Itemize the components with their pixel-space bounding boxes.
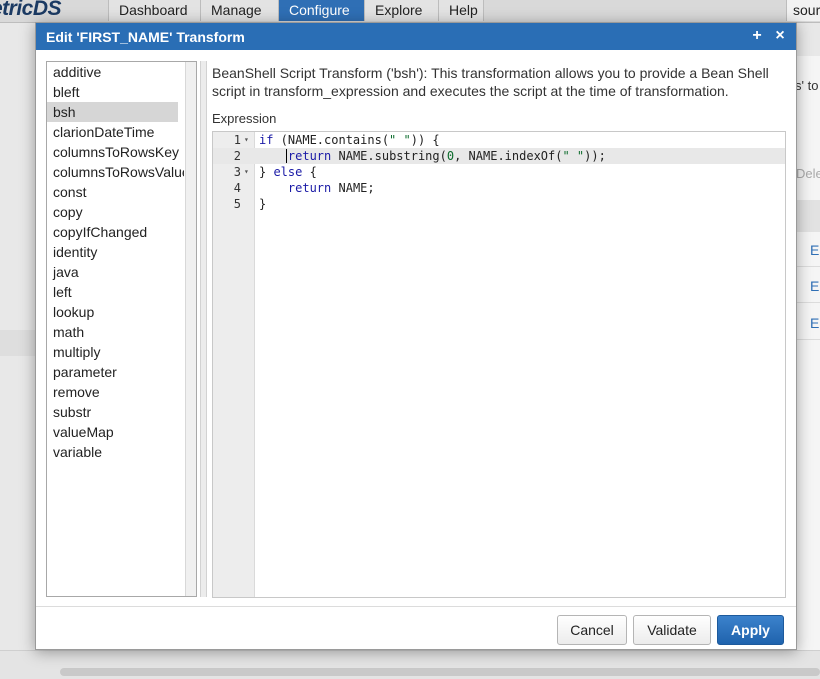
dialog-header: Edit 'FIRST_NAME' Transform + × [36, 23, 796, 50]
transform-type-item[interactable]: columnsToRowsKey [47, 142, 184, 162]
transform-type-item[interactable]: copy [47, 202, 184, 222]
background-delete-button[interactable]: Delet [796, 166, 820, 181]
transform-type-item[interactable]: bsh [47, 102, 178, 122]
close-icon[interactable]: × [771, 26, 789, 46]
transform-type-item[interactable]: variable [47, 442, 184, 462]
code-text: if (NAME.contains(" ")) { [259, 133, 440, 147]
background-text-fragment: s' to [795, 78, 819, 93]
transform-type-item[interactable]: java [47, 262, 184, 282]
menu-dashboard[interactable]: Dashboard [108, 0, 200, 21]
menu-configure[interactable]: Configure [278, 0, 364, 21]
transform-description: BeanShell Script Transform ('bsh'): This… [212, 65, 769, 99]
app-logo: etricDS [0, 0, 62, 20]
fold-toggle-icon[interactable]: ▾ [244, 164, 249, 180]
code-line[interactable]: 2 return NAME.substring(0, NAME.indexOf(… [213, 148, 785, 164]
apply-button[interactable]: Apply [717, 615, 784, 645]
menu-explore[interactable]: Explore [364, 0, 438, 21]
code-line[interactable]: 4 return NAME; [213, 180, 785, 196]
code-line[interactable]: 5} [213, 196, 785, 212]
background-row-divider [793, 339, 820, 340]
transform-type-item[interactable]: substr [47, 402, 184, 422]
line-number: 3 [233, 165, 241, 179]
expression-label: Expression [212, 111, 277, 126]
expression-code-editor[interactable]: 1 ▾ if (NAME.contains(" ")) {2 return NAME… [212, 131, 786, 598]
cancel-button[interactable]: Cancel [557, 615, 627, 645]
background-row-divider [793, 266, 820, 267]
transform-type-item[interactable]: left [47, 282, 184, 302]
fold-toggle-icon[interactable]: ▾ [244, 132, 249, 148]
code-line[interactable]: 3 ▾ } else { [213, 164, 785, 180]
transform-type-item[interactable]: clarionDateTime [47, 122, 184, 142]
code-line[interactable]: 1 ▾ if (NAME.contains(" ")) { [213, 132, 785, 148]
line-number: 5 [233, 197, 241, 211]
transform-type-item[interactable]: columnsToRowsValue [47, 162, 184, 182]
background-table-header [793, 200, 820, 232]
background-scrollbar[interactable] [60, 668, 820, 676]
user-chip[interactable]: sour [786, 0, 820, 21]
text-cursor [286, 149, 287, 163]
line-number: 1 [233, 133, 241, 147]
transform-type-item[interactable]: multiply [47, 342, 184, 362]
line-number: 2 [233, 149, 241, 163]
validate-button[interactable]: Validate [633, 615, 711, 645]
dialog-footer-divider [36, 606, 796, 607]
app-top-bar: etricDS Dashboard Manage Configure Explo… [0, 0, 820, 23]
transform-type-item[interactable]: identity [47, 242, 184, 262]
dialog-title: Edit 'FIRST_NAME' Transform [46, 29, 245, 45]
transform-type-list[interactable]: additive bleft bsh clarionDateTime columnsTo… [46, 61, 197, 597]
transform-type-item[interactable]: additive [47, 62, 184, 82]
edit-transform-dialog: Edit 'FIRST_NAME' Transform + × additive… [35, 22, 797, 650]
code-text: return NAME; [287, 181, 375, 195]
code-text: } [259, 197, 267, 211]
background-row-link[interactable]: E [810, 315, 819, 331]
transform-type-item[interactable]: copyIfChanged [47, 222, 184, 242]
transform-type-item[interactable]: bleft [47, 82, 184, 102]
line-number: 4 [233, 181, 241, 195]
background-panel [793, 56, 820, 656]
background-row-link[interactable]: E [810, 242, 819, 258]
background-row-divider [793, 302, 820, 303]
menu-manage[interactable]: Manage [200, 0, 278, 21]
transform-type-item[interactable]: const [47, 182, 184, 202]
transform-type-list-items: additive bleft bsh clarionDateTime columnsTo… [47, 62, 184, 596]
main-menu: Dashboard Manage Configure Explore Help [108, 0, 484, 22]
transform-type-item[interactable]: parameter [47, 362, 184, 382]
menu-help[interactable]: Help [438, 0, 484, 21]
code-text: return NAME.substring(0, NAME.indexOf(" … [287, 149, 606, 163]
transform-type-item[interactable]: lookup [47, 302, 184, 322]
maximize-icon[interactable]: + [748, 26, 766, 46]
transform-type-item[interactable]: math [47, 322, 184, 342]
background-row-link[interactable]: E [810, 278, 819, 294]
background-left-band [0, 330, 36, 356]
code-text: } else { [259, 165, 317, 179]
transform-type-item[interactable]: remove [47, 382, 184, 402]
transform-type-item[interactable]: valueMap [47, 422, 184, 442]
pane-splitter[interactable] [200, 61, 207, 597]
list-scrollbar[interactable] [185, 62, 196, 596]
